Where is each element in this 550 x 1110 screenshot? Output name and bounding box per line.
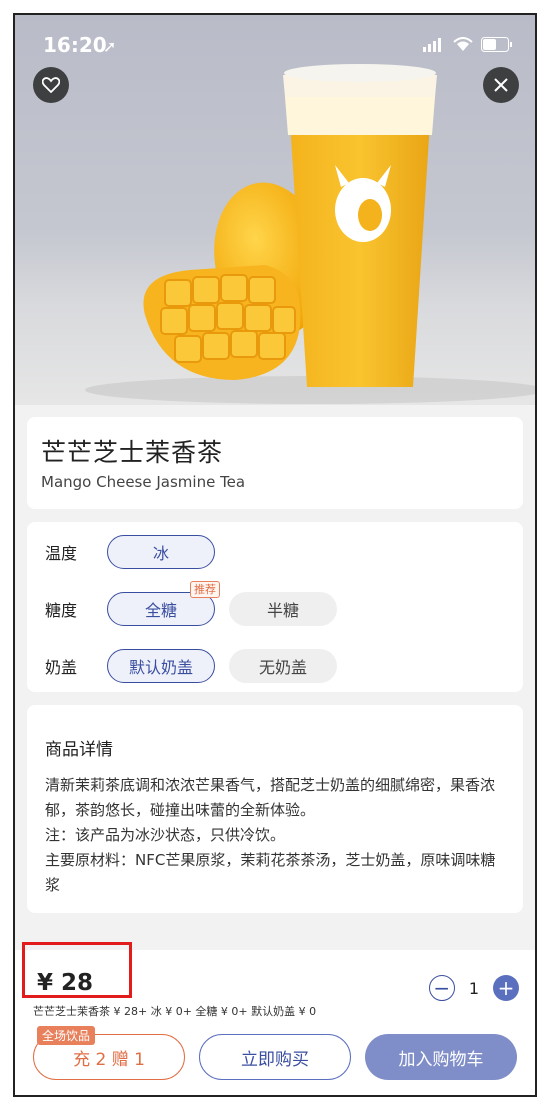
signal-icon (423, 37, 441, 52)
status-icons (423, 37, 513, 52)
buy-now-button[interactable]: 立即购买 (199, 1034, 351, 1080)
quantity-decrease-button[interactable]: − (428, 975, 455, 1001)
sugar-label: 糖度 (45, 601, 78, 620)
quantity-stepper: − 1 + (428, 975, 519, 1001)
favorite-button[interactable] (33, 67, 69, 103)
details-line-1: 清新茉莉茶底调和浓浓芒果香气，搭配芝士奶盖的细腻绵密，果香浓郁，茶韵悠长，碰撞出… (45, 776, 496, 819)
details-body: 清新茉莉茶底调和浓浓芒果香气，搭配芝士奶盖的细腻绵密，果香浓郁，茶韵悠长，碰撞出… (45, 773, 505, 898)
quantity-increase-button[interactable]: + (493, 975, 519, 1001)
product-name-en: Mango Cheese Jasmine Tea (41, 473, 246, 491)
product-image: 16:20 ➚ (15, 15, 535, 405)
add-to-cart-button[interactable]: 加入购物车 (365, 1034, 517, 1080)
product-name-cn: 芒芒芝士茉香茶 (41, 438, 224, 467)
cheese-cap-option-default[interactable]: 默认奶盖 (107, 649, 215, 683)
details-title: 商品详情 (45, 740, 113, 760)
status-time: 16:20 (43, 33, 107, 57)
checkout-bar: ¥ 28 芒芒芝士茉香茶 ¥ 28+ 冰 ¥ 0+ 全糖 ¥ 0+ 默认奶盖 ¥… (15, 942, 535, 1095)
details-line-2: 注：该产品为冰沙状态，只供冷饮。 (45, 826, 286, 844)
battery-icon (481, 37, 512, 52)
wifi-icon (453, 37, 473, 51)
sugar-option-full[interactable]: 全糖 推荐 (107, 581, 220, 626)
close-button[interactable] (483, 67, 519, 103)
options-card: 温度 冰 糖度 全糖 推荐 半糖 奶盖 默认奶盖 无奶盖 (27, 522, 523, 692)
sugar-option-full-label: 全糖 (144, 601, 177, 620)
cheese-cap-option-none[interactable]: 无奶盖 (229, 649, 337, 683)
temperature-label: 温度 (45, 544, 78, 563)
sugar-row: 糖度 全糖 推荐 半糖 (45, 581, 351, 626)
app-screen: 16:20 ➚ 芒芒芝士茉香茶 Mango Cheese Jasmine Tea… (13, 13, 537, 1097)
details-card: 商品详情 清新茉莉茶底调和浓浓芒果香气，搭配芝士奶盖的细腻绵密，果香浓郁，茶韵悠… (27, 705, 523, 913)
cheese-cap-row: 奶盖 默认奶盖 无奶盖 (45, 649, 351, 683)
sugar-option-half[interactable]: 半糖 (229, 592, 337, 626)
close-icon (494, 78, 508, 92)
quantity-value: 1 (468, 978, 479, 998)
temperature-option-ice[interactable]: 冰 (107, 535, 215, 569)
status-bar: 16:20 ➚ (15, 15, 535, 75)
all-drinks-tag: 全场饮品 (37, 1026, 96, 1045)
cheese-cap-label: 奶盖 (45, 658, 78, 677)
product-name-card: 芒芒芝士茉香茶 Mango Cheese Jasmine Tea (27, 417, 523, 509)
temperature-row: 温度 冰 (45, 535, 229, 569)
price-summary: 芒芒芝士茉香茶 ¥ 28+ 冰 ¥ 0+ 全糖 ¥ 0+ 默认奶盖 ¥ 0 (33, 1005, 317, 1018)
price: ¥ 28 (37, 970, 94, 996)
recommend-tag: 推荐 (190, 581, 220, 598)
heart-icon (42, 77, 60, 93)
location-arrow-icon: ➚ (103, 37, 117, 56)
details-line-3: 主要原材料：NFC芒果原浆，茉莉花茶茶汤，芝士奶盖，原味调味糖浆 (45, 851, 496, 894)
